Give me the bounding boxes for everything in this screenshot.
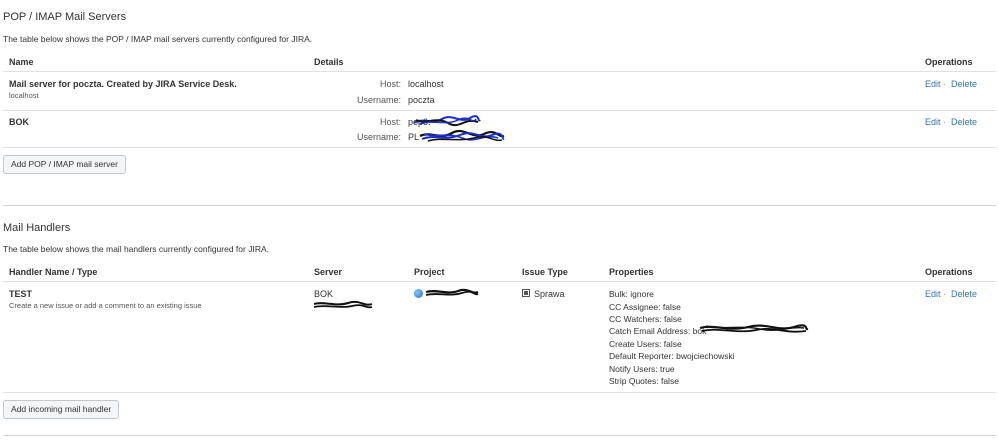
pop-row-2-edit-link[interactable]: Edit xyxy=(925,117,941,127)
handler-row-delete-link[interactable]: Delete xyxy=(951,289,977,299)
handler-row-edit-link[interactable]: Edit xyxy=(925,289,941,299)
handlers-header-divider xyxy=(3,281,996,282)
handler-row-server: BOK xyxy=(314,289,334,299)
pop-row-2-host-redaction xyxy=(413,115,481,127)
pop-row-2-delete-link[interactable]: Delete xyxy=(951,117,977,127)
pop-row-1-divider xyxy=(3,110,996,111)
handlers-header-project: Project xyxy=(414,267,445,277)
handler-property-catch-email-redaction xyxy=(699,324,809,333)
handler-property-catch-email: Catch Email Address: bok xyxy=(609,326,707,336)
pop-header-name: Name xyxy=(9,57,34,67)
pop-row-2-username-redaction xyxy=(419,129,505,142)
pop-header-divider xyxy=(3,71,996,72)
handler-property-bulk: Bulk: ignore xyxy=(609,289,654,299)
handler-property-default-reporter: Default Reporter: bwojciechowski xyxy=(609,351,735,361)
pop-row-2-separator: · xyxy=(943,117,946,127)
bottom-divider xyxy=(3,435,996,436)
handler-property-cc-assignee: CC Assignee: false xyxy=(609,302,681,312)
handlers-section-title: Mail Handlers xyxy=(3,222,71,234)
handler-property-create-users: Create Users: false xyxy=(609,339,682,349)
issue-type-icon xyxy=(522,289,530,297)
handler-row-divider xyxy=(3,392,996,393)
pop-row-1-name: Mail server for poczta. Created by JIRA … xyxy=(9,79,237,89)
handler-row-project-redaction xyxy=(425,288,479,296)
handler-row-issue-type: Sprawa xyxy=(534,289,565,299)
add-incoming-mail-handler-button[interactable]: Add incoming mail handler xyxy=(3,400,120,419)
pop-row-1-username-label: Username: xyxy=(356,95,401,105)
pop-header-operations: Operations xyxy=(925,57,973,67)
handler-property-notify-users: Notify Users: true xyxy=(609,364,675,374)
handlers-header-issue-type: Issue Type xyxy=(522,267,568,277)
handler-row-type: Create a new issue or add a comment to a… xyxy=(9,301,202,310)
pop-row-1-subname: localhost xyxy=(9,91,39,100)
handlers-header-name: Handler Name / Type xyxy=(9,267,98,277)
section-divider xyxy=(3,205,996,206)
pop-row-1-username-value: poczta xyxy=(408,95,435,105)
pop-row-1-host-label: Host: xyxy=(379,79,401,89)
handler-row-separator: · xyxy=(943,289,946,299)
project-avatar-icon xyxy=(414,289,423,298)
handlers-header-server: Server xyxy=(314,267,343,277)
pop-row-2-host-label: Host: xyxy=(379,117,401,127)
pop-row-2-username-label: Username: xyxy=(356,132,401,142)
add-pop-imap-server-button[interactable]: Add POP / IMAP mail server xyxy=(3,155,126,174)
handlers-header-properties: Properties xyxy=(609,267,654,277)
mail-settings-page: POP / IMAP Mail Servers The table below … xyxy=(0,0,999,443)
pop-row-2-name: BOK xyxy=(9,117,29,127)
pop-row-1-delete-link[interactable]: Delete xyxy=(951,79,977,89)
handler-row-name: TEST xyxy=(9,289,33,299)
handler-row-server-redaction xyxy=(313,300,373,309)
pop-section-description: The table below shows the POP / IMAP mai… xyxy=(3,34,313,44)
pop-row-1-host-value: localhost xyxy=(408,79,444,89)
pop-row-1-edit-link[interactable]: Edit xyxy=(925,79,941,89)
pop-row-2-divider xyxy=(3,147,996,148)
handlers-section-description: The table below shows the mail handlers … xyxy=(3,244,269,254)
pop-header-details: Details xyxy=(314,57,344,67)
pop-section-title: POP / IMAP Mail Servers xyxy=(3,11,127,23)
pop-row-1-separator: · xyxy=(943,79,946,89)
handler-property-strip-quotes: Strip Quotes: false xyxy=(609,376,679,386)
handlers-header-operations: Operations xyxy=(925,267,973,277)
handler-property-cc-watchers: CC Watchers: false xyxy=(609,314,682,324)
